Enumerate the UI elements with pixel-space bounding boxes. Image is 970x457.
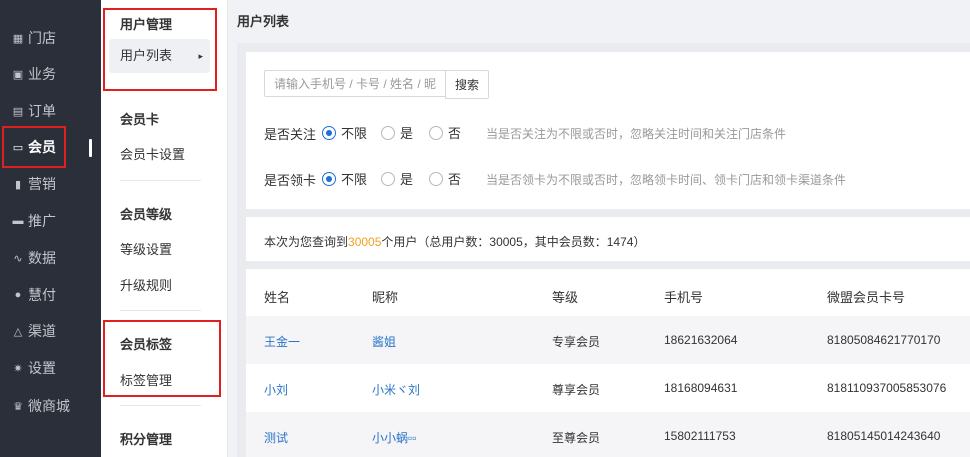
radio-dot — [429, 125, 443, 140]
channel-icon: △ — [13, 325, 23, 338]
summary-prefix: 本次为您查询到 — [264, 235, 349, 249]
filter-label-card: 是否领卡 — [264, 173, 317, 188]
column-header-level: 等级 — [552, 290, 579, 305]
nav-item-marketing[interactable]: ▮ 营销 — [0, 166, 101, 202]
column-header-nickname: 昵称 — [372, 290, 399, 305]
sub-nav: 用户管理 用户列表 ▸ 会员卡 会员卡设置 会员等级 等级设置 升级规则 会员标… — [101, 0, 228, 457]
filter-hint-card: 当是否领卡为不限或否时，忽略领卡时间、领卡门店和领卡渠道条件 — [486, 173, 847, 187]
subnav-group-title: 积分管理 — [120, 432, 173, 447]
annotation-highlight-box — [103, 320, 221, 397]
nav-item-pay[interactable]: ● 慧付 — [0, 277, 101, 313]
nav-item-settings[interactable]: ✷ 设置 — [0, 350, 101, 386]
radio-follow-no[interactable]: 否 — [429, 123, 461, 142]
mall-icon: ♛ — [13, 400, 23, 413]
nav-item-channel[interactable]: △ 渠道 — [0, 313, 101, 349]
nav-item-label: 业务 — [28, 66, 56, 82]
nav-item-data[interactable]: ∿ 数据 — [0, 240, 101, 276]
nav-item-label: 渠道 — [28, 323, 56, 339]
radio-label: 否 — [448, 172, 462, 187]
subnav-item-level-settings[interactable]: 等级设置 — [120, 239, 172, 258]
bar-chart-icon: ▮ — [14, 178, 22, 191]
radio-label: 是 — [400, 126, 414, 141]
nav-item-label: 订单 — [28, 103, 56, 119]
radio-card-no[interactable]: 否 — [429, 169, 461, 188]
cell-nickname-link[interactable]: 小米ヾ刘 — [372, 381, 420, 398]
column-header-card-no: 微盟会员卡号 — [827, 290, 906, 305]
active-indicator — [89, 139, 92, 157]
subnav-group-title: 会员卡 — [120, 112, 160, 127]
cell-phone: 15802111753 — [664, 429, 736, 443]
radio-dot — [322, 171, 336, 186]
filter-hint-follow: 当是否关注为不限或否时，忽略关注时间和关注门店条件 — [486, 127, 787, 141]
nav-item-label: 数据 — [28, 250, 56, 266]
search-input[interactable] — [264, 70, 445, 97]
briefcase-icon: ▣ — [12, 68, 24, 81]
nav-item-label: 推广 — [28, 213, 56, 229]
column-header-name: 姓名 — [264, 290, 291, 305]
nav-item-label: 设置 — [28, 360, 56, 376]
radio-dot — [381, 171, 395, 186]
divider — [120, 310, 201, 311]
radio-card-any[interactable]: 不限 — [322, 169, 367, 188]
divider — [120, 405, 201, 406]
nav-item-label: 微商城 — [28, 398, 70, 414]
cell-name-link[interactable]: 小刘 — [264, 381, 288, 398]
cell-level: 至尊会员 — [552, 431, 601, 445]
radio-follow-yes[interactable]: 是 — [381, 123, 413, 142]
cell-nickname-link[interactable]: 小小蜗▫▫ — [372, 429, 417, 446]
radio-dot — [381, 125, 395, 140]
divider — [120, 180, 201, 181]
subnav-group-title: 会员等级 — [120, 207, 173, 222]
result-count: 30005 — [348, 235, 382, 249]
cell-name-link[interactable]: 王金一 — [264, 333, 300, 350]
gear-icon: ✷ — [13, 362, 23, 375]
cell-level: 尊享会员 — [552, 383, 601, 397]
subnav-item-card-settings[interactable]: 会员卡设置 — [120, 144, 185, 163]
main-nav: ▦ 门店 ▣ 业务 ▤ 订单 ▭ 会员 ▮ 营销 ▬ 推广 ∿ 数据 ● 慧付 … — [0, 0, 101, 457]
nav-item-business[interactable]: ▣ 业务 — [0, 56, 101, 92]
nav-item-mall[interactable]: ♛ 微商城 — [0, 388, 101, 424]
radio-label: 是 — [400, 172, 414, 187]
nav-item-label: 门店 — [28, 30, 56, 46]
annotation-highlight-box — [103, 8, 217, 91]
cell-card-no: 818110937005853076 — [827, 381, 947, 395]
radio-label: 不限 — [341, 172, 368, 187]
cell-card-no: 81805084621770170 — [827, 333, 941, 347]
cell-phone: 18168094631 — [664, 381, 738, 395]
cell-nickname-link[interactable]: 酱姐 — [372, 333, 396, 350]
radio-dot — [429, 171, 443, 186]
nav-item-orders[interactable]: ▤ 订单 — [0, 93, 101, 129]
result-summary: 本次为您查询到30005个用户（总用户数：30005，其中会员数：1474） — [264, 233, 645, 250]
annotation-highlight-box — [2, 126, 66, 168]
cell-name-link[interactable]: 测试 — [264, 429, 288, 446]
radio-card-yes[interactable]: 是 — [381, 169, 413, 188]
monitor-icon: ▬ — [12, 215, 24, 227]
radio-dot — [322, 125, 336, 140]
filter-label-follow: 是否关注 — [264, 127, 317, 142]
search-button[interactable]: 搜索 — [445, 70, 489, 99]
nav-item-label: 慧付 — [28, 287, 56, 303]
pay-icon: ● — [14, 289, 22, 301]
cell-phone: 18621632064 — [664, 333, 738, 347]
radio-follow-any[interactable]: 不限 — [322, 123, 367, 142]
order-icon: ▤ — [12, 105, 24, 118]
summary-suffix: 个用户（总用户数：30005，其中会员数：1474） — [381, 235, 646, 249]
nav-item-store[interactable]: ▦ 门店 — [0, 20, 101, 56]
nav-item-label: 营销 — [28, 176, 56, 192]
page-title: 用户列表 — [237, 14, 290, 29]
column-header-phone: 手机号 — [664, 290, 704, 305]
nav-item-promotion[interactable]: ▬ 推广 — [0, 203, 101, 239]
line-chart-icon: ∿ — [13, 252, 23, 265]
subnav-item-upgrade-rules[interactable]: 升级规则 — [120, 275, 172, 294]
radio-label: 不限 — [341, 126, 368, 141]
radio-label: 否 — [448, 126, 462, 141]
cell-card-no: 81805145014243640 — [827, 429, 941, 443]
store-icon: ▦ — [12, 32, 24, 45]
cell-level: 专享会员 — [552, 335, 601, 349]
